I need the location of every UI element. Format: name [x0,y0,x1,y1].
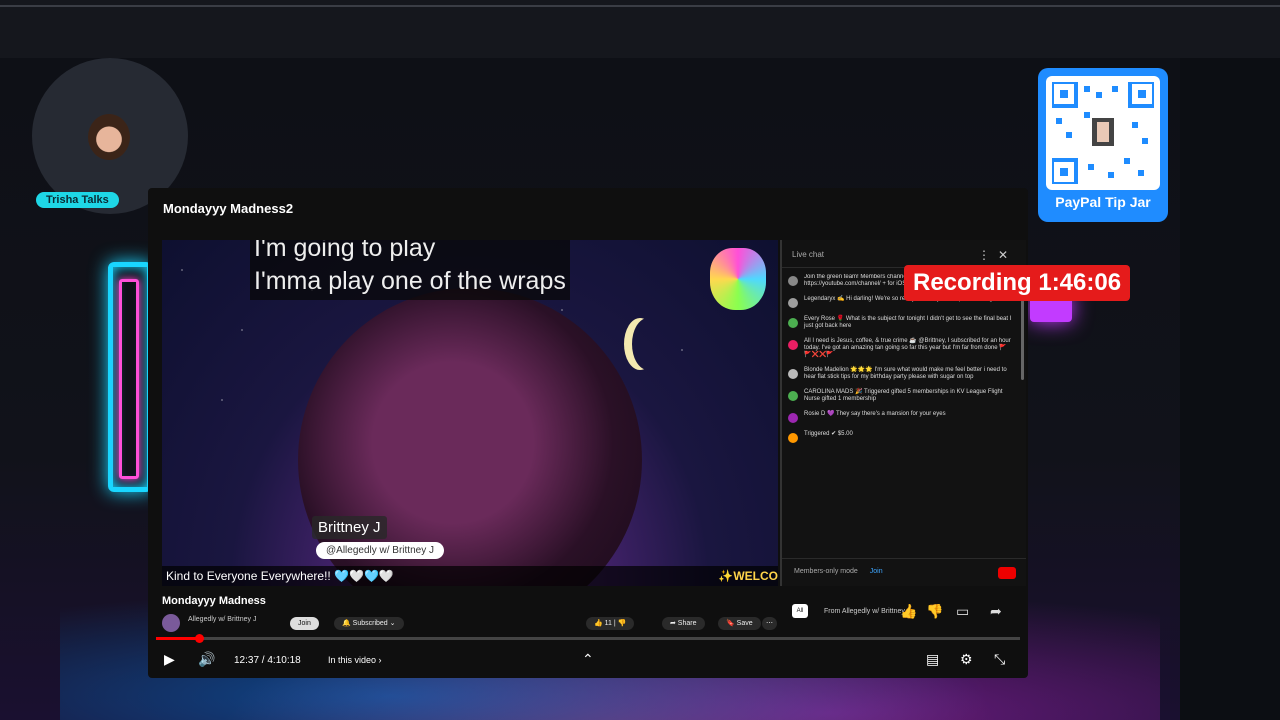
chat-message: Rosie D 💜 They say there's a mansion for… [788,411,1012,423]
qr-code-icon [1046,76,1160,190]
more-button[interactable]: ⋯ [762,617,777,630]
chat-scrollbar[interactable] [1021,300,1024,380]
chat-messages[interactable]: Join the green team! Members channel lin… [782,274,1018,556]
stream-stage: Trisha Talks PayPal Tip Jar Mondayyy Mad [0,0,1280,720]
time-display: 12:37 / 4:10:18 [234,655,301,666]
neon-sign-left [108,262,152,492]
ticker-welcome: ✨WELCO [718,569,778,583]
chapter-button[interactable]: In this video › [328,655,382,665]
guest-name-tag: Brittney J [312,516,387,539]
close-icon[interactable]: ✕ [998,248,1016,262]
join-button[interactable]: Join [290,617,319,630]
rainbow-bear-icon [710,248,766,310]
chat-message: All I need is Jesus, coffee, & true crim… [788,338,1012,359]
video-frame[interactable]: I'm going to play I'mma play one of the … [162,240,778,586]
more-vert-icon[interactable]: ⋮ [978,248,998,262]
comment-icon[interactable]: ▭ [956,603,969,620]
player-controls: ▶ 🔊 12:37 / 4:10:18 In this video › ⌃ ▤ … [148,646,1028,676]
chat-from-field[interactable]: From Allegedly w/ Brittney J [824,608,910,615]
progress-handle[interactable] [195,634,205,643]
caption-line: I'mma play one of the wraps [254,267,566,295]
chat-message: CAROLINA MADS 🎉 Triggered gifted 5 membe… [788,389,1012,403]
save-button[interactable]: 🔖 Save [718,617,761,630]
tip-jar-label: PayPal Tip Jar [1055,194,1151,210]
chat-input-row[interactable]: All From Allegedly w/ Brittney J 👍 👎 ▭ ➦ [788,600,1018,622]
scrolling-ticker: Kind to Everyone Everywhere!! 🩵🤍🩵🤍 ✨WELC… [162,566,778,586]
youtube-icon[interactable] [998,567,1016,579]
guest-handle-tag: @Allegedly w/ Brittney J [316,542,444,559]
fullscreen-exit-icon[interactable]: ⤡ [994,651,1005,668]
channel-name[interactable]: Allegedly w/ Brittney J [188,616,256,623]
video-title: Mondayyy Madness [162,595,266,607]
top-divider [0,5,1280,7]
player-title: Mondayyy Madness2 [163,201,294,216]
progress-bar[interactable] [156,634,1020,643]
caption-box: I'm going to play I'mma play one of the … [250,240,570,300]
video-player[interactable]: Mondayyy Madness2 I'm going to play I'mm… [148,188,1028,678]
chat-message: Triggered ✔ $5.00 [788,431,1012,443]
captions-icon[interactable]: ▤ [926,651,939,668]
thumbs-down-icon[interactable]: 👎 [926,603,943,620]
chevron-up-icon[interactable]: ⌃ [582,651,594,668]
chat-message: Every Rose 🌹 What is the subject for ton… [788,316,1012,330]
chat-message: Blonde Madelion 🌟🌟🌟 I'm sure what would … [788,367,1012,381]
chat-footer: Members-only mode Join [782,558,1026,586]
channel-row: Allegedly w/ Brittney J Join 🔔 Subscribe… [162,614,778,632]
chat-filter-all[interactable]: All [792,604,808,618]
channel-avatar[interactable] [162,614,180,632]
thumbs-up-icon[interactable]: 👍 [900,603,917,620]
subscribed-button[interactable]: 🔔 Subscribed ⌄ [334,617,404,630]
play-icon[interactable]: ▶ [164,651,175,668]
chat-header: Live chat ⋮✕ [782,240,1026,268]
moon-decoration [632,318,664,370]
ticker-text: Kind to Everyone Everywhere!! 🩵🤍🩵🤍 [166,569,394,583]
progress-fill [156,637,200,640]
members-mode-label: Members-only mode [794,568,858,575]
recording-badge: Recording 1:46:06 [904,265,1131,301]
host-name-badge: Trisha Talks [36,192,119,208]
share-icon[interactable]: ➦ [990,603,1002,620]
settings-gear-icon[interactable]: ⚙ [960,651,973,668]
caption-line: I'm going to play [254,240,436,262]
host-avatar [88,114,130,160]
share-button[interactable]: ➦ Share [662,617,705,630]
chat-header-label: Live chat [792,250,825,259]
volume-icon[interactable]: 🔊 [198,651,215,668]
chat-join-link[interactable]: Join [870,568,883,575]
tip-jar-card[interactable]: PayPal Tip Jar [1038,68,1168,222]
like-dislike-button[interactable]: 👍 11 | 👎 [586,617,635,630]
